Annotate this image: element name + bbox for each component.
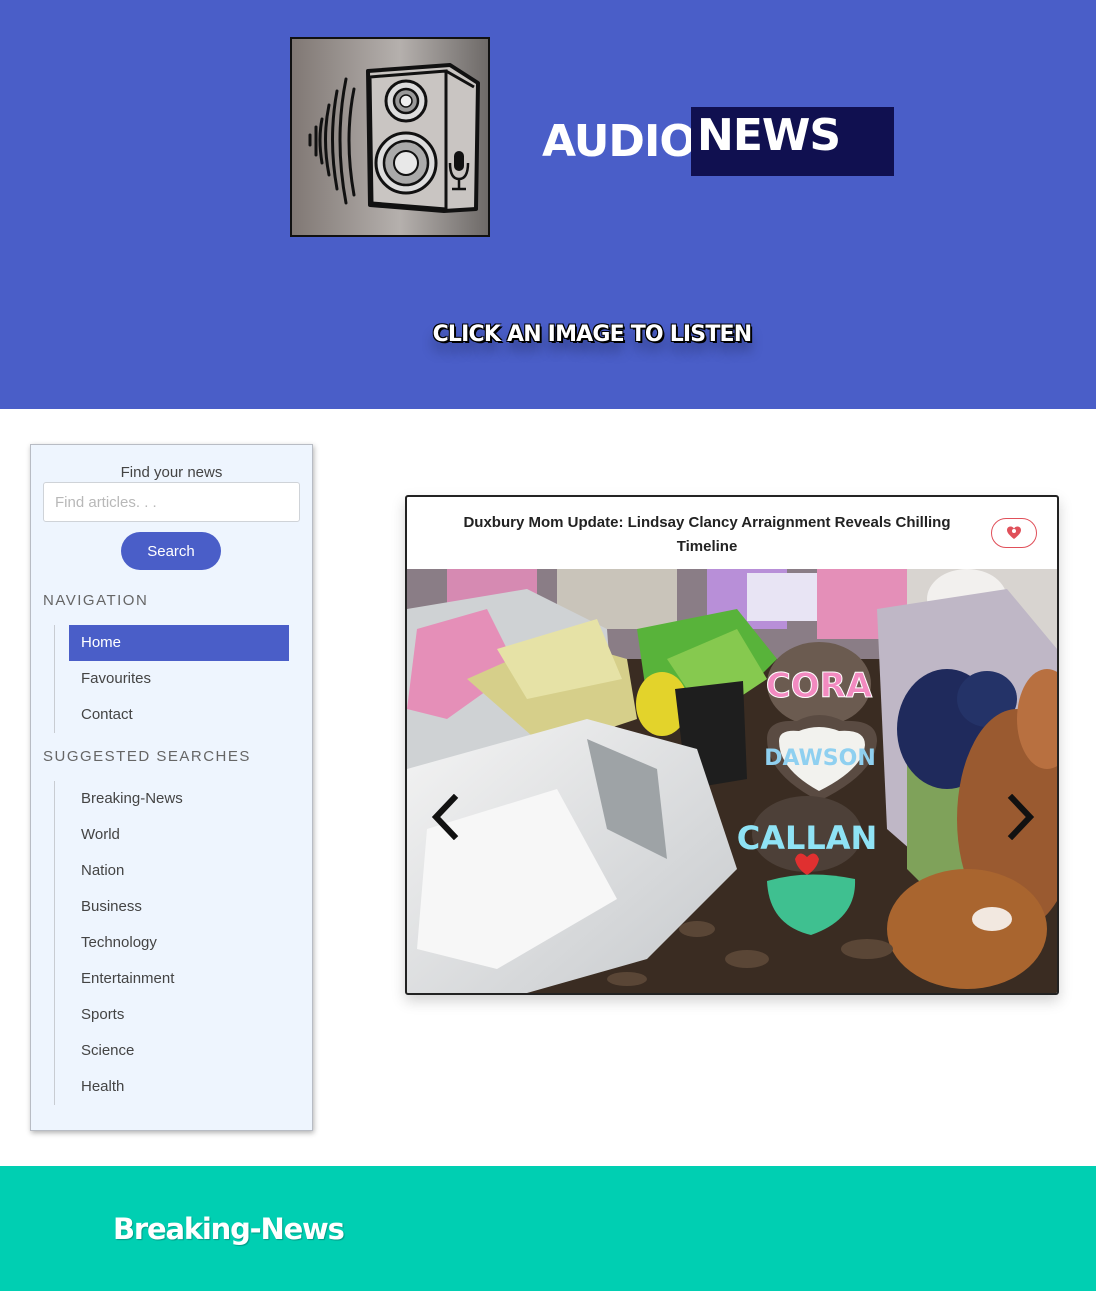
nav-item-contact[interactable]: Contact — [69, 697, 289, 733]
stone-callan: CALLAN — [737, 819, 878, 857]
suggested-item-world[interactable]: World — [69, 817, 289, 853]
brand-audio-text: AUDIO — [542, 116, 697, 167]
search-button[interactable]: Search — [121, 532, 221, 570]
memorial-photo: CORA DAWSON CALLAN — [407, 569, 1057, 993]
favourite-button[interactable] — [991, 518, 1037, 548]
category-title: Breaking-News — [113, 1212, 345, 1246]
carousel-next[interactable] — [1001, 787, 1041, 847]
suggested-item-sports[interactable]: Sports — [69, 997, 289, 1033]
chevron-right-icon — [1007, 794, 1035, 840]
navigation-heading: NAVIGATION — [43, 592, 149, 609]
brand-title: AUDIO NEWS — [542, 107, 894, 176]
speaker-icon — [308, 63, 480, 213]
find-news-label: Find your news — [120, 464, 223, 481]
site-logo[interactable] — [290, 37, 490, 237]
heart-icon — [1007, 526, 1021, 539]
chevron-left-icon — [431, 794, 459, 840]
suggested-item-breaking-news[interactable]: Breaking-News — [69, 781, 289, 817]
article-carousel-card: Duxbury Mom Update: Lindsay Clancy Arrai… — [405, 495, 1059, 995]
carousel-prev[interactable] — [425, 787, 465, 847]
nav-item-favourites[interactable]: Favourites — [69, 661, 289, 697]
stone-cora: CORA — [766, 666, 873, 706]
stone-dawson: DAWSON — [764, 746, 876, 771]
suggested-item-health[interactable]: Health — [69, 1069, 289, 1105]
suggested-item-business[interactable]: Business — [69, 889, 289, 925]
navigation-list: Home Favourites Contact — [54, 625, 289, 733]
article-image[interactable]: CORA DAWSON CALLAN — [407, 569, 1057, 993]
article-title: Duxbury Mom Update: Lindsay Clancy Arrai… — [463, 514, 951, 555]
brand-news-text: NEWS — [697, 110, 841, 161]
nav-item-home[interactable]: Home — [69, 625, 289, 661]
suggested-item-technology[interactable]: Technology — [69, 925, 289, 961]
suggested-item-science[interactable]: Science — [69, 1033, 289, 1069]
search-input[interactable] — [43, 482, 300, 522]
tagline: CLICK AN IMAGE TO LISTEN — [432, 322, 753, 347]
suggested-item-entertainment[interactable]: Entertainment — [69, 961, 289, 997]
site-header: AUDIO NEWS CLICK AN IMAGE TO LISTEN — [0, 0, 1096, 409]
category-section: Breaking-News — [0, 1166, 1096, 1291]
sidebar: Find your news Search NAVIGATION Home Fa… — [30, 444, 313, 1131]
suggested-searches-heading: SUGGESTED SEARCHES — [43, 748, 251, 765]
suggested-item-nation[interactable]: Nation — [69, 853, 289, 889]
suggested-searches-list: Breaking-News World Nation Business Tech… — [54, 781, 289, 1105]
